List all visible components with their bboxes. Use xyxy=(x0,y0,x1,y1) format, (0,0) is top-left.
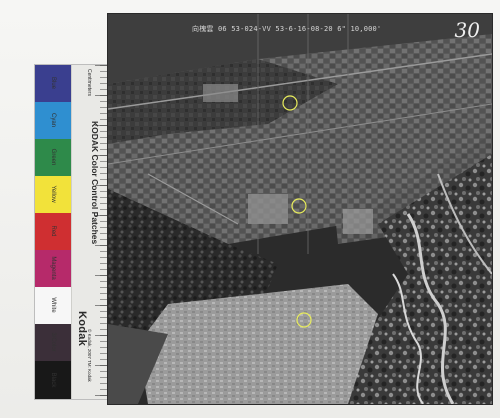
kodak-logo: Kodak xyxy=(76,311,88,347)
patch-label-cyan: Cyan xyxy=(50,112,56,127)
frame-number: 30 xyxy=(454,18,480,42)
aerial-terrain xyxy=(108,14,492,404)
strip-side-text: Centimeters xyxy=(86,69,92,96)
patch-label-yellow: Yellow xyxy=(50,185,56,203)
patch-label-white: White xyxy=(50,297,56,313)
patch-label-blue: Blue xyxy=(50,76,56,89)
patch-label-3-color: 3/Color xyxy=(50,332,56,352)
ruler: KODAK Color Control Patches Centimeters … xyxy=(71,65,108,399)
color-control-strip: KODAK Color Control Patches Centimeters … xyxy=(34,64,108,400)
photo-header-text: 向槐雲 06 53-024-VV 53-6-16-08-20 6" 10,000… xyxy=(192,25,382,33)
patch-label-green: Green xyxy=(50,148,56,166)
strip-title: KODAK Color Control Patches xyxy=(90,121,100,245)
patch-label-black: Black xyxy=(50,372,56,388)
aerial-photograph: 向槐雲 06 53-024-VV 53-6-16-08-20 6" 10,000… xyxy=(108,14,492,404)
patch-label-red: Red xyxy=(50,225,56,237)
patch-label-magenta: Magenta xyxy=(50,256,56,280)
